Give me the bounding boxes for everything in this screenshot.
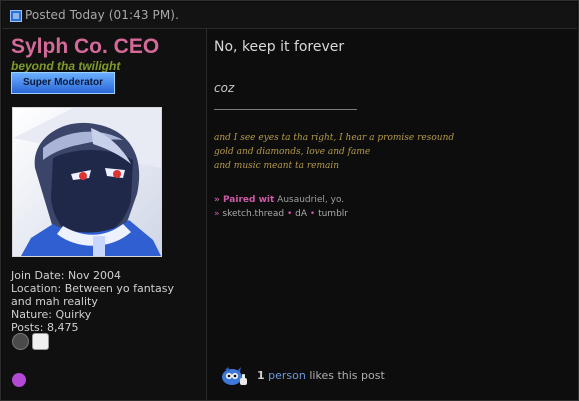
rank-badge: Super Moderator xyxy=(11,72,115,94)
link-tumblr[interactable]: tumblr xyxy=(318,209,348,219)
post-header: Posted Today (01:43 PM). xyxy=(2,2,577,29)
paired-label: » Paired wit xyxy=(214,195,275,205)
signature-divider xyxy=(214,109,357,110)
lyric-line: gold and diamonds, love and fame xyxy=(214,147,371,157)
signature-lyrics: and I see eyes ta tha right, I hear a pr… xyxy=(214,131,454,173)
separator: • xyxy=(309,209,316,219)
user-info-panel: Sylph Co. CEO beyond tha twilight Super … xyxy=(2,29,207,400)
username-link[interactable]: Sylph Co. CEO xyxy=(11,35,159,59)
location-line-1: Location: Between yo fantasy xyxy=(11,282,174,295)
nature: Nature: Quirky xyxy=(11,308,92,321)
avatar[interactable] xyxy=(12,107,162,257)
likes-text: 1 person likes this post xyxy=(257,369,385,382)
likes-suffix: likes this post xyxy=(309,369,385,382)
likes-person[interactable]: person xyxy=(268,369,306,382)
post-content: No, keep it forever coz and I see eyes t… xyxy=(207,29,577,400)
post-container: Posted Today (01:43 PM). Sylph Co. CEO b… xyxy=(0,0,579,401)
partner-link[interactable]: Ausaudriel xyxy=(277,195,325,205)
location-line-2: and mah reality xyxy=(11,295,98,308)
link-sketch-thread[interactable]: sketch.thread xyxy=(222,209,284,219)
join-date: Join Date: Nov 2004 xyxy=(11,269,121,282)
posted-date: Posted Today (01:43 PM). xyxy=(25,8,180,22)
user-title: beyond tha twilight xyxy=(11,59,121,73)
signature-paired-line: » Paired wit Ausaudriel, yo. xyxy=(214,193,344,207)
signature-links-line: » sketch.thread • dA • tumblr xyxy=(214,207,348,221)
status-icons xyxy=(12,333,52,351)
avatar-image xyxy=(13,108,161,256)
post-icon xyxy=(10,10,22,22)
link-da[interactable]: dA xyxy=(295,209,307,219)
paired-suffix: , yo. xyxy=(324,195,345,205)
like-icon[interactable] xyxy=(219,365,249,387)
offline-status-icon xyxy=(12,333,29,350)
likes-count: 1 xyxy=(257,369,265,382)
post-coz: coz xyxy=(214,81,235,95)
lyric-line: and music meant ta remain xyxy=(214,161,340,171)
lyric-line: and I see eyes ta tha right, I hear a pr… xyxy=(214,133,455,143)
post-message: No, keep it forever xyxy=(214,39,345,55)
online-indicator-icon xyxy=(12,373,26,387)
links-bullet: » xyxy=(214,209,220,219)
separator: • xyxy=(286,209,293,219)
steam-icon[interactable] xyxy=(32,333,49,350)
user-details: Join Date: Nov 2004 Location: Between yo… xyxy=(11,269,174,334)
